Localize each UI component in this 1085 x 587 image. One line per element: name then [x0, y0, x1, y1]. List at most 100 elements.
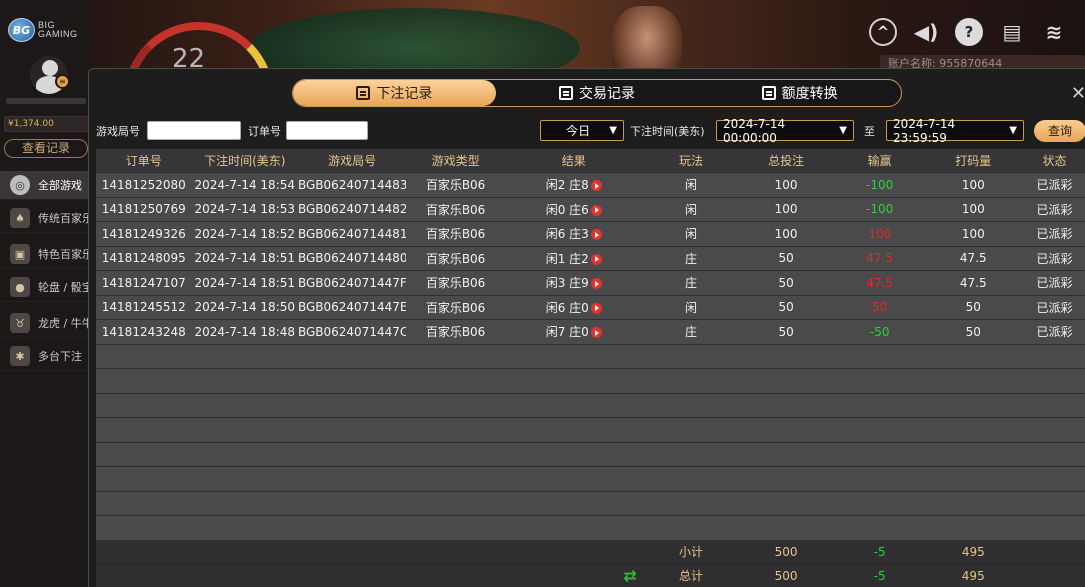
table-row[interactable]: 14181249326 2024-7-14 18:52 BGB06240714481…: [96, 222, 1085, 247]
cell-status: 已派彩: [1036, 202, 1073, 217]
cell-game-type: 百家乐B06: [425, 276, 486, 291]
category-all-games[interactable]: ◎ 全部游戏: [0, 171, 92, 200]
cell-win-loss: 47.5: [866, 251, 894, 266]
subtotal-turnover: 495: [961, 544, 985, 559]
category-label: 特色百家乐: [38, 248, 92, 261]
category-label: 多台下注: [38, 350, 82, 363]
play-replay-icon[interactable]: [590, 229, 602, 241]
cell-turnover: 100: [961, 177, 985, 192]
cell-status: 已派彩: [1036, 251, 1073, 266]
cell-round-id: BGB0624071447F: [297, 275, 407, 290]
round-id-input[interactable]: [147, 121, 241, 140]
start-time-select[interactable]: 2024-7-14 00:00:00 ▼: [716, 117, 854, 145]
bull-icon: ♉: [10, 313, 30, 333]
cell-turnover: 50: [965, 324, 981, 339]
col-turnover: 打码量: [955, 154, 992, 168]
period-value: 今日: [566, 124, 591, 138]
document-icon[interactable]: ▤: [999, 20, 1025, 44]
bet-time-label: 下注时间(美东): [630, 125, 705, 138]
category-label: 轮盘 / 骰宝: [38, 281, 92, 294]
category-roulette-sicbo[interactable]: ● 轮盘 / 骰宝: [0, 273, 92, 302]
table-row[interactable]: 14181252080 2024-7-14 18:54 BGB06240714483…: [96, 173, 1085, 198]
subtotal-row: 小计 500 -5 495: [96, 540, 1085, 564]
view-records-button[interactable]: 查看记录: [4, 139, 88, 158]
subtotal-bet: 500: [774, 544, 798, 559]
close-icon[interactable]: ✕: [1071, 83, 1085, 104]
table-row[interactable]: 14181248095 2024-7-14 18:51 BGB06240714480…: [96, 246, 1085, 271]
end-time-select[interactable]: 2024-7-14 23:59:59 ▼: [886, 117, 1024, 145]
category-special-baccarat[interactable]: ▣ 特色百家乐: [0, 240, 92, 269]
cell-status: 已派彩: [1036, 227, 1073, 242]
cell-order-id: 14181247107: [101, 275, 186, 290]
play-replay-icon[interactable]: [590, 278, 602, 290]
cell-result: 闲1 庄2: [505, 250, 643, 267]
vip-badge-icon: ≡: [55, 74, 70, 89]
sound-icon[interactable]: ◀): [913, 20, 939, 44]
cell-game-type: 百家乐B06: [425, 178, 486, 193]
help-icon[interactable]: ?: [955, 18, 983, 46]
table-row[interactable]: 14181247107 2024-7-14 18:51 BGB0624071447F…: [96, 271, 1085, 296]
total-row: ⇄ 总计 500 -5 495: [96, 564, 1085, 587]
cell-bet-time: 2024-7-14 18:52: [194, 226, 296, 241]
cell-play: 庄: [685, 251, 698, 266]
cell-win-loss: -100: [866, 177, 894, 192]
table-row[interactable]: 14181243248 2024-7-14 18:48 BGB0624071447C…: [96, 320, 1085, 345]
cell-total-bet: 50: [778, 300, 794, 315]
empty-row: [96, 516, 1085, 541]
play-replay-icon[interactable]: [590, 327, 602, 339]
col-play: 玩法: [679, 154, 704, 168]
balance: ¥1,374.00: [4, 116, 90, 132]
category-multi-table[interactable]: ✱ 多台下注: [0, 342, 92, 371]
subtotal-label: 小计: [679, 545, 704, 559]
category-label: 传统百家乐: [38, 212, 92, 225]
cell-round-id: BGB06240714481: [297, 226, 407, 241]
play-replay-icon[interactable]: [590, 180, 602, 192]
cell-turnover: 50: [965, 300, 981, 315]
category-dragon-tiger[interactable]: ♉ 龙虎 / 牛牛: [0, 309, 92, 338]
col-round-id: 游戏局号: [328, 154, 377, 168]
cell-play: 闲: [685, 300, 698, 315]
table-row[interactable]: 14181245512 2024-7-14 18:50 BGB0624071447E…: [96, 295, 1085, 320]
category-classic-baccarat[interactable]: ♠ 传统百家乐: [0, 204, 92, 233]
col-bet-time: 下注时间(美东): [204, 154, 286, 168]
tab-bet-records[interactable]: 下注记录: [293, 80, 496, 106]
to-label: 至: [864, 125, 875, 138]
order-id-input[interactable]: [286, 121, 368, 140]
empty-row: [96, 491, 1085, 516]
play-replay-icon[interactable]: [590, 253, 602, 265]
cell-round-id: BGB06240714482: [297, 202, 407, 217]
collapse-icon[interactable]: ^: [869, 18, 897, 46]
col-result: 结果: [561, 154, 586, 168]
cards-icon: ♠: [10, 208, 30, 228]
total-bet: 500: [774, 568, 798, 583]
cell-turnover: 47.5: [959, 275, 987, 290]
tab-credit-transfer[interactable]: 额度转换: [698, 80, 901, 106]
category-label: 龙虎 / 牛牛: [38, 317, 92, 330]
play-replay-icon[interactable]: [590, 204, 602, 216]
cell-result: 闲3 庄9: [505, 274, 643, 291]
cell-total-bet: 100: [774, 177, 798, 192]
play-replay-icon[interactable]: [590, 302, 602, 314]
tab-transaction-records[interactable]: 交易记录: [496, 80, 699, 106]
table-row[interactable]: 14181250769 2024-7-14 18:53 BGB06240714482…: [96, 197, 1085, 222]
cell-total-bet: 100: [774, 226, 798, 241]
transfer-icon: [761, 86, 776, 100]
period-select[interactable]: 今日 ▼: [540, 120, 624, 141]
cell-bet-time: 2024-7-14 18:54: [194, 177, 296, 192]
multi-icon: ✱: [10, 346, 30, 366]
cell-total-bet: 50: [778, 251, 794, 266]
countdown-number: 22: [172, 44, 206, 70]
cell-turnover: 100: [961, 226, 985, 241]
query-button[interactable]: 查询: [1034, 120, 1085, 142]
cell-round-id: BGB0624071447E: [297, 300, 407, 315]
chevron-down-icon: ▼: [1009, 125, 1017, 136]
total-label: 总计: [679, 569, 704, 583]
cell-play: 庄: [685, 325, 698, 340]
start-time-value: 2024-7-14 00:00:00: [723, 116, 786, 145]
empty-row: [96, 467, 1085, 492]
cell-result: 闲7 庄0: [505, 323, 643, 340]
chevron-down-icon: ▼: [839, 125, 847, 136]
cell-order-id: 14181252080: [101, 177, 186, 192]
logo-line-2: GAMING: [38, 29, 78, 39]
refresh-icon[interactable]: ⇄: [623, 566, 636, 585]
